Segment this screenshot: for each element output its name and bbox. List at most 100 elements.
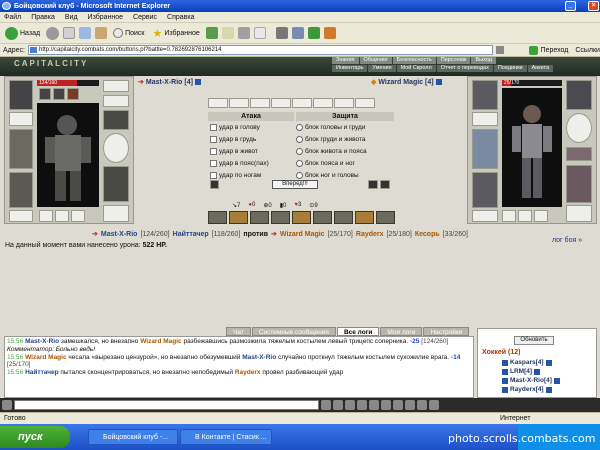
team-left-member-2[interactable]: Найттачер bbox=[173, 231, 209, 238]
right-fighter-name[interactable]: ◆ Wizard Magic [4] bbox=[371, 78, 442, 86]
tab-settings[interactable]: Настройки bbox=[423, 327, 470, 336]
tab-all-logs[interactable]: Все логи bbox=[336, 327, 380, 336]
info-icon[interactable] bbox=[545, 386, 552, 393]
left-belt-slot[interactable] bbox=[9, 210, 33, 222]
defense-option-2[interactable]: блок груди и живота bbox=[296, 136, 366, 143]
skill-slot[interactable] bbox=[355, 211, 374, 224]
sound-icon[interactable] bbox=[381, 400, 391, 410]
skill-slot[interactable] bbox=[376, 211, 395, 224]
taskbar-task-vkontakte[interactable]: В Контакте | Стасик ... bbox=[180, 429, 272, 445]
right-amulet-slot[interactable] bbox=[472, 112, 498, 126]
menu-favorites[interactable]: Избранное bbox=[88, 14, 123, 21]
attack-option-legs[interactable]: удар по ногам bbox=[210, 172, 261, 179]
right-belt-slot[interactable] bbox=[472, 210, 498, 222]
team-left-member-1[interactable]: Mast-X-Rio bbox=[101, 231, 138, 238]
left-shield-slot[interactable] bbox=[103, 133, 129, 163]
smiles-icon[interactable] bbox=[333, 400, 343, 410]
menu-help[interactable]: Справка bbox=[167, 14, 194, 21]
attack-checkbox[interactable] bbox=[210, 148, 217, 155]
info-icon[interactable] bbox=[534, 368, 541, 375]
left-ring-slot-3[interactable] bbox=[71, 210, 85, 222]
nav-transfers[interactable]: Отчет о переводах bbox=[436, 65, 493, 72]
online-user[interactable]: Rayderx[4] bbox=[502, 386, 552, 393]
skill-slot[interactable] bbox=[229, 211, 248, 224]
right-pants-slot[interactable] bbox=[566, 165, 592, 203]
mail-icon[interactable] bbox=[417, 400, 427, 410]
defense-option-1[interactable]: блок головы и груди bbox=[296, 124, 365, 131]
links-label[interactable]: Ссылки bbox=[575, 47, 600, 54]
right-weapon-slot[interactable] bbox=[472, 129, 498, 169]
left-ring-slot-2[interactable] bbox=[55, 210, 69, 222]
team-right-member-3[interactable]: Кесорь bbox=[415, 231, 440, 238]
nav-exit[interactable]: Выход bbox=[471, 57, 496, 64]
team-right-member-1[interactable]: Wizard Magic bbox=[280, 231, 325, 238]
attack-option-chest[interactable]: удар в грудь bbox=[210, 136, 256, 143]
left-weapon-slot[interactable] bbox=[9, 129, 33, 169]
left-amulet-slot[interactable] bbox=[9, 112, 33, 126]
skill-slot[interactable] bbox=[313, 211, 332, 224]
stop-icon[interactable] bbox=[63, 27, 76, 39]
defense-option-4[interactable]: блок пояса и ног bbox=[296, 160, 355, 167]
online-user[interactable]: LRM[4] bbox=[502, 368, 541, 375]
left-armor-slot[interactable] bbox=[9, 172, 33, 208]
attack-option-head[interactable]: удар в голову bbox=[210, 124, 260, 131]
forward-button[interactable]: Вперед!!! bbox=[272, 180, 318, 189]
nav-security[interactable]: Безопасность bbox=[392, 57, 436, 64]
history-icon[interactable] bbox=[205, 27, 218, 39]
settings-icon[interactable] bbox=[393, 400, 403, 410]
nav-profile[interactable]: Анкета bbox=[527, 65, 554, 72]
toolbar-extra-icon-1[interactable] bbox=[275, 27, 288, 39]
info-icon[interactable] bbox=[194, 79, 201, 85]
menu-tools[interactable]: Сервис bbox=[133, 14, 157, 21]
mail-icon[interactable] bbox=[221, 27, 234, 39]
nav-inventory[interactable]: Инвентарь bbox=[332, 65, 368, 72]
nav-battles[interactable]: Поединки bbox=[493, 65, 527, 72]
left-gloves-slot[interactable] bbox=[103, 110, 129, 130]
attack-option-groin[interactable]: удар в пояс(пах) bbox=[210, 160, 269, 167]
favorites-button[interactable]: ★ Избранное bbox=[150, 25, 201, 41]
defense-option-5[interactable]: блок ног и головы bbox=[296, 172, 359, 179]
right-boots-slot[interactable] bbox=[566, 205, 592, 222]
right-helmet-slot[interactable] bbox=[472, 80, 498, 110]
toolbar-extra-icon-4[interactable] bbox=[323, 27, 336, 39]
defense-radio[interactable] bbox=[296, 124, 303, 131]
attack-checkbox[interactable] bbox=[210, 124, 217, 131]
friends-icon[interactable] bbox=[405, 400, 415, 410]
refresh-icon[interactable] bbox=[79, 27, 92, 39]
tab-my-logs[interactable]: Мои логи bbox=[380, 327, 423, 336]
skill-slot[interactable] bbox=[292, 211, 311, 224]
chat-input[interactable] bbox=[14, 400, 319, 410]
nav-character[interactable]: Персонаж bbox=[436, 57, 471, 64]
chat-mode-icon[interactable] bbox=[2, 400, 12, 410]
info-icon[interactable] bbox=[545, 359, 552, 366]
left-ring-slot-1[interactable] bbox=[39, 210, 53, 222]
tab-system-messages[interactable]: Системные сообщения bbox=[251, 327, 336, 336]
nav-my-scroll[interactable]: Мой Скролл bbox=[396, 65, 436, 72]
toolbar-extra-icon-2[interactable] bbox=[291, 27, 304, 39]
defense-radio[interactable] bbox=[296, 160, 303, 167]
online-user[interactable]: Mast-X-Rio[4] bbox=[502, 377, 560, 384]
right-bracer-slot[interactable] bbox=[566, 147, 592, 161]
go-arrow-icon[interactable] bbox=[528, 45, 538, 55]
skill-slot[interactable] bbox=[271, 211, 290, 224]
minimize-button[interactable]: _ bbox=[565, 1, 576, 11]
print-icon[interactable] bbox=[237, 27, 250, 39]
left-pants-slot[interactable] bbox=[103, 166, 129, 202]
attack-checkbox[interactable] bbox=[210, 172, 217, 179]
toggle-icon[interactable] bbox=[210, 180, 219, 189]
left-helmet-slot[interactable] bbox=[9, 80, 33, 110]
close-button[interactable]: × bbox=[588, 1, 599, 11]
help-icon[interactable] bbox=[429, 400, 439, 410]
right-ring-slot-2[interactable] bbox=[518, 210, 532, 222]
left-fighter-name[interactable]: ➔ Mast-X-Rio [4] bbox=[138, 78, 201, 86]
translit-icon[interactable] bbox=[345, 400, 355, 410]
menu-file[interactable]: Файл bbox=[4, 14, 21, 21]
battle-log-link[interactable]: лог боя » bbox=[552, 237, 582, 244]
nav-communication[interactable]: Общение bbox=[359, 57, 392, 64]
info-icon[interactable] bbox=[553, 377, 560, 384]
right-shield-slot[interactable] bbox=[566, 113, 592, 143]
skill-slot[interactable] bbox=[334, 211, 353, 224]
forward-arrow-icon[interactable] bbox=[46, 26, 60, 40]
defense-radio[interactable] bbox=[296, 136, 303, 143]
chat-log[interactable]: 15:56 Mast-X-Rio замешкался, но внезапно… bbox=[4, 336, 474, 398]
